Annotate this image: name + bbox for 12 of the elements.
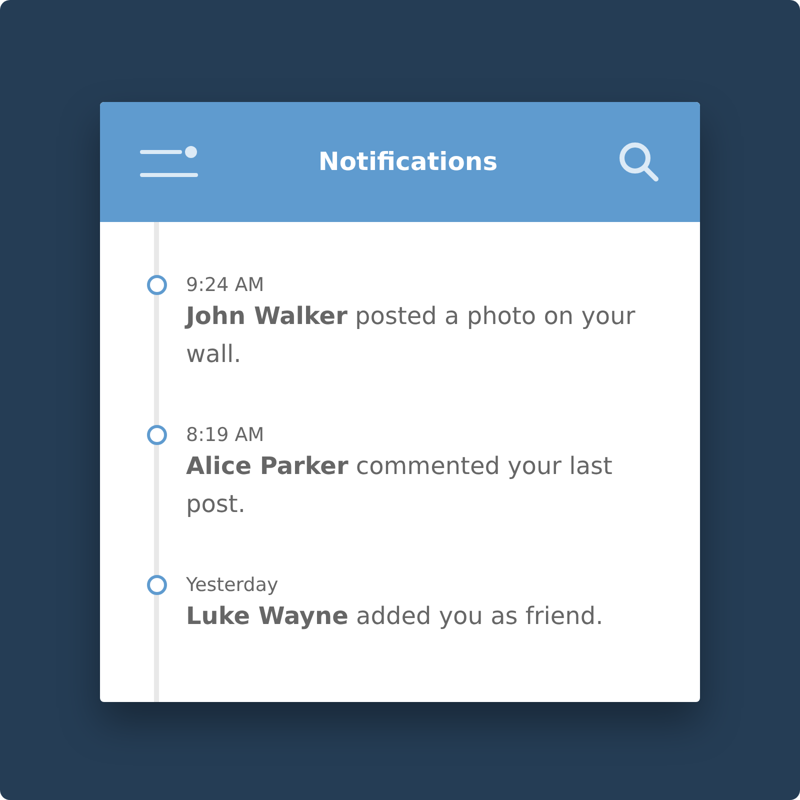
notification-time: 9:24 AM [186,273,266,297]
search-icon[interactable] [618,141,660,183]
timeline-dot [147,425,167,445]
notification-time: Yesterday [186,573,280,597]
menu-icon[interactable] [140,146,198,178]
timeline-dot [147,575,167,595]
timeline-dot [147,275,167,295]
notification-message: Alice Parker commented your last post. [186,451,614,520]
notification-time: 8:19 AM [186,423,266,447]
header-title: Notifications [318,146,498,178]
notification-message: John Walker posted a photo on your wall. [186,301,636,370]
notification-message: Luke Wayne added you as friend. [186,601,604,632]
